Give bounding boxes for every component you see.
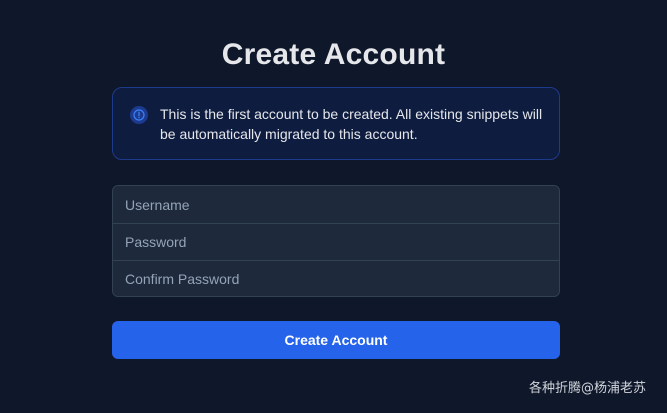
account-form-fields (112, 185, 560, 297)
confirm-password-input[interactable] (113, 260, 559, 296)
username-input[interactable] (113, 186, 559, 223)
info-notice-text: This is the first account to be created.… (160, 106, 543, 142)
page-title: Create Account (221, 38, 446, 71)
password-input[interactable] (113, 223, 559, 260)
info-notice: This is the first account to be created.… (112, 87, 560, 160)
info-circle-icon (130, 106, 148, 124)
create-account-button[interactable]: Create Account (112, 321, 560, 359)
watermark-text: 各种折腾@杨浦老苏 (528, 381, 646, 396)
